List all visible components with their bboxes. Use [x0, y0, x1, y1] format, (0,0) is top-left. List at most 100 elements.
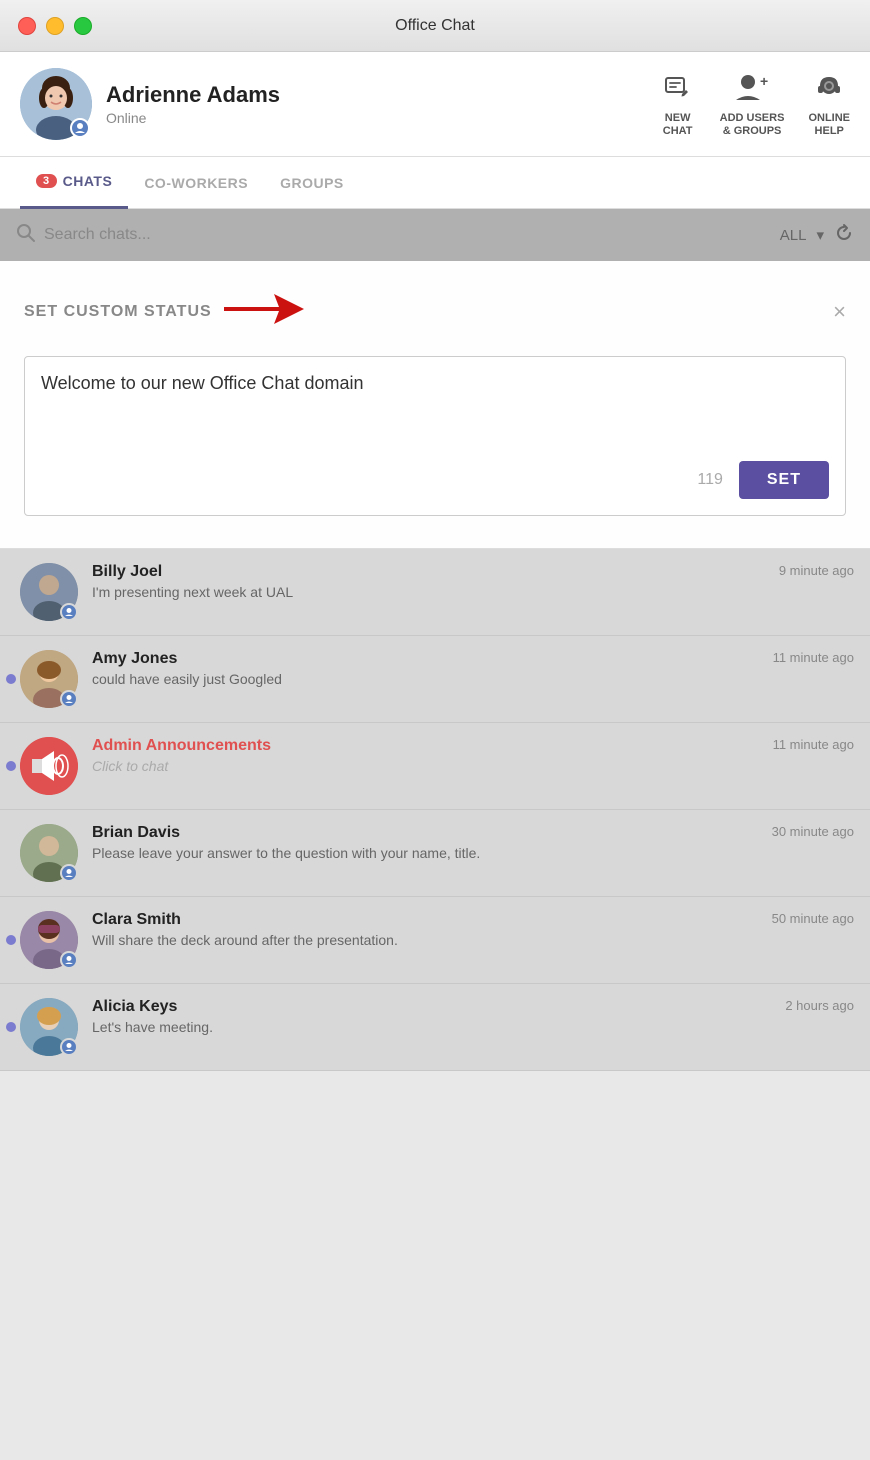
add-users-icon: +	[734, 70, 770, 106]
refresh-icon[interactable]	[834, 223, 854, 247]
chat-info: Alicia Keys Let's have meeting.	[92, 998, 771, 1035]
custom-status-input[interactable]: Welcome to our new Office Chat domain	[41, 373, 829, 453]
chat-avatar	[20, 824, 78, 882]
add-users-label: ADD USERS& GROUPS	[720, 112, 785, 138]
chat-meta: 30 minute ago	[772, 824, 854, 839]
chat-avatar	[20, 911, 78, 969]
chat-list: Billy Joel I'm presenting next week at U…	[0, 549, 870, 1071]
chat-meta: 11 minute ago	[773, 737, 854, 752]
close-button[interactable]	[18, 17, 36, 35]
set-status-button[interactable]: SET	[739, 461, 829, 499]
modal-footer: 119 SET	[41, 461, 829, 499]
user-info: Adrienne Adams Online	[20, 68, 280, 140]
filter-label: ALL	[780, 227, 807, 244]
user-name: Adrienne Adams	[106, 82, 280, 108]
contact-name: Brian Davis	[92, 824, 758, 842]
contact-name: Admin Announcements	[92, 737, 759, 755]
contact-name: Billy Joel	[92, 563, 765, 581]
title-bar: Office Chat	[0, 0, 870, 52]
chat-avatar	[20, 737, 78, 795]
chat-info: Brian Davis Please leave your answer to …	[92, 824, 758, 861]
custom-status-modal: SET CUSTOM STATUS × Welcome to our new O…	[0, 261, 870, 549]
message-time: 11 minute ago	[773, 737, 854, 752]
message-preview: Will share the deck around after the pre…	[92, 932, 758, 948]
online-badge-billy	[60, 603, 78, 621]
unread-indicator	[6, 674, 16, 684]
list-item[interactable]: Billy Joel I'm presenting next week at U…	[0, 549, 870, 636]
message-time: 9 minute ago	[779, 563, 854, 578]
chat-meta: 2 hours ago	[785, 998, 854, 1013]
char-count: 119	[697, 471, 723, 489]
edit-icon	[660, 70, 696, 106]
unread-indicator	[6, 935, 16, 945]
chat-meta: 9 minute ago	[779, 563, 854, 578]
tab-groups[interactable]: GROUPS	[264, 157, 360, 209]
modal-title-row: SET CUSTOM STATUS	[24, 289, 304, 334]
list-item[interactable]: Brian Davis Please leave your answer to …	[0, 810, 870, 897]
chat-info: Amy Jones could have easily just Googled	[92, 650, 759, 687]
new-chat-label: NEWCHAT	[663, 112, 693, 138]
user-avatar-container	[20, 68, 92, 140]
message-preview: Let's have meeting.	[92, 1019, 771, 1035]
header-actions: NEWCHAT + ADD USERS& GROUPS	[660, 70, 850, 138]
message-preview: could have easily just Googled	[92, 671, 759, 687]
message-preview: I'm presenting next week at UAL	[92, 584, 765, 600]
tab-groups-label: GROUPS	[280, 175, 344, 191]
chats-badge: 3	[36, 174, 57, 188]
online-badge-amy	[60, 690, 78, 708]
app-title: Office Chat	[395, 17, 475, 35]
unread-indicator	[6, 1022, 16, 1032]
tab-coworkers-label: CO-WORKERS	[144, 175, 248, 191]
app-header: Adrienne Adams Online NEWCHAT	[0, 52, 870, 157]
chat-info: Admin Announcements Click to chat	[92, 737, 759, 774]
list-item[interactable]: Admin Announcements Click to chat 11 min…	[0, 723, 870, 810]
online-help-label: ONLINEHELP	[808, 112, 850, 138]
search-input-placeholder[interactable]: Search chats...	[44, 226, 151, 244]
tabs-bar: 3 CHATS CO-WORKERS GROUPS	[0, 157, 870, 209]
chat-avatar	[20, 998, 78, 1056]
close-modal-button[interactable]: ×	[833, 299, 846, 325]
traffic-lights	[18, 17, 92, 35]
tab-coworkers[interactable]: CO-WORKERS	[128, 157, 264, 209]
chat-avatar	[20, 563, 78, 621]
modal-title: SET CUSTOM STATUS	[24, 303, 212, 321]
message-time: 30 minute ago	[772, 824, 854, 839]
tab-chats-label: CHATS	[63, 173, 113, 189]
search-bar: Search chats... ALL ▾	[0, 209, 870, 261]
chat-meta: 50 minute ago	[772, 911, 854, 926]
user-details: Adrienne Adams Online	[106, 82, 280, 126]
chat-info: Billy Joel I'm presenting next week at U…	[92, 563, 765, 600]
online-badge-alicia	[60, 1038, 78, 1056]
tab-chats[interactable]: 3 CHATS	[20, 157, 128, 209]
add-users-button[interactable]: + ADD USERS& GROUPS	[720, 70, 785, 138]
unread-indicator	[6, 761, 16, 771]
chat-meta: 11 minute ago	[773, 650, 854, 665]
search-left: Search chats...	[16, 223, 151, 248]
modal-header: SET CUSTOM STATUS ×	[24, 289, 846, 334]
list-item[interactable]: Amy Jones could have easily just Googled…	[0, 636, 870, 723]
headset-icon	[811, 70, 847, 106]
search-filter[interactable]: ALL ▾	[780, 223, 854, 247]
message-preview: Click to chat	[92, 758, 759, 774]
online-badge-clara	[60, 951, 78, 969]
list-item[interactable]: Clara Smith Will share the deck around a…	[0, 897, 870, 984]
online-help-button[interactable]: ONLINEHELP	[808, 70, 850, 138]
maximize-button[interactable]	[74, 17, 92, 35]
user-status: Online	[106, 110, 280, 126]
message-time: 50 minute ago	[772, 911, 854, 926]
contact-name: Clara Smith	[92, 911, 758, 929]
new-chat-button[interactable]: NEWCHAT	[660, 70, 696, 138]
modal-input-area: Welcome to our new Office Chat domain 11…	[24, 356, 846, 516]
message-preview: Please leave your answer to the question…	[92, 845, 758, 861]
minimize-button[interactable]	[46, 17, 64, 35]
online-status-badge	[70, 118, 90, 138]
chevron-down-icon: ▾	[816, 226, 824, 244]
list-item[interactable]: Alicia Keys Let's have meeting. 2 hours …	[0, 984, 870, 1071]
svg-text:+: +	[760, 73, 768, 89]
chat-info: Clara Smith Will share the deck around a…	[92, 911, 758, 948]
red-arrow-icon	[224, 289, 304, 334]
search-icon	[16, 223, 36, 248]
avatar-admin-announcements	[20, 737, 78, 795]
chat-avatar	[20, 650, 78, 708]
contact-name: Amy Jones	[92, 650, 759, 668]
